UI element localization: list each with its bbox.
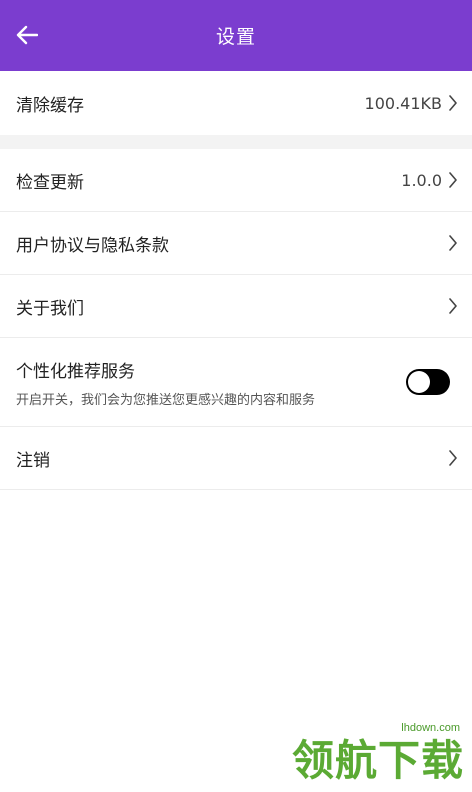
logout-main: 注销 — [16, 446, 448, 471]
about-main: 关于我们 — [16, 294, 448, 319]
cache-size-value: 100.41KB — [364, 93, 442, 113]
page-title: 设置 — [215, 26, 256, 48]
check-update-main: 检查更新 — [16, 168, 401, 193]
logout-label: 注销 — [16, 450, 50, 471]
clear-cache-main: 清除缓存 — [16, 91, 365, 116]
about-label: 关于我们 — [16, 298, 84, 319]
chevron-right-icon — [449, 235, 457, 251]
toggle-knob — [408, 371, 430, 393]
check-update-row[interactable]: 检查更新 1.0.0 — [0, 149, 472, 212]
personalized-main: 个性化推荐服务 开启开关，我们会为您推送您更感兴趣的内容和服务 — [16, 357, 406, 408]
chevron-right-icon — [449, 172, 457, 188]
check-update-label: 检查更新 — [16, 172, 84, 193]
clear-cache-row[interactable]: 清除缓存 100.41KB — [0, 71, 472, 135]
watermark-site: lhdown.com — [401, 722, 460, 734]
agreement-label: 用户协议与隐私条款 — [16, 235, 169, 256]
about-row[interactable]: 关于我们 — [0, 275, 472, 338]
personalized-recommendation-row: 个性化推荐服务 开启开关，我们会为您推送您更感兴趣的内容和服务 — [0, 338, 472, 427]
watermark-logo: lhdown.com 领航下载 — [280, 722, 466, 784]
top-bar: 设置 — [0, 0, 472, 71]
back-arrow-icon — [16, 25, 38, 45]
section-divider — [0, 135, 472, 149]
agreement-main: 用户协议与隐私条款 — [16, 231, 448, 256]
chevron-right-icon — [449, 450, 457, 466]
agreement-row[interactable]: 用户协议与隐私条款 — [0, 212, 472, 275]
logout-row[interactable]: 注销 — [0, 427, 472, 490]
chevron-right-icon — [449, 95, 457, 111]
clear-cache-label: 清除缓存 — [16, 95, 84, 116]
chevron-right-icon — [449, 298, 457, 314]
personalized-description: 开启开关，我们会为您推送您更感兴趣的内容和服务 — [16, 392, 316, 408]
back-button[interactable] — [10, 18, 44, 52]
personalized-label: 个性化推荐服务 — [16, 361, 135, 382]
personalized-toggle[interactable] — [406, 369, 450, 395]
version-value: 1.0.0 — [401, 170, 442, 190]
watermark-text: 领航下载 — [291, 736, 464, 785]
